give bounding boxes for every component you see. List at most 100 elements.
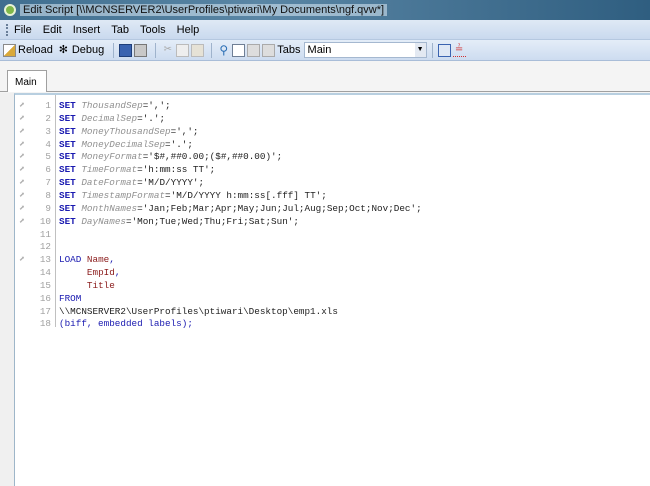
line-number: 16	[39, 292, 51, 304]
title-bar: Edit Script [\\MCNSERVER2\UserProfiles\p…	[0, 0, 650, 20]
line-code: LOAD Name,	[59, 253, 115, 266]
menu-bar: File Edit Insert Tab Tools Help	[0, 20, 650, 40]
token-var: MonthNames	[81, 202, 138, 214]
token-kw: SET	[59, 138, 76, 150]
script-line[interactable]: ⬈ 13 LOAD Name,	[15, 253, 645, 266]
script-line[interactable]: 11	[15, 228, 645, 241]
token-kw: SET	[59, 202, 76, 214]
token-str: ='.';	[137, 112, 166, 124]
token-path: \\MCNSERVER2\UserProfiles\ptiwari\Deskto…	[59, 305, 338, 317]
token-var: MoneyFormat	[81, 151, 143, 163]
line-number: 5	[45, 151, 51, 163]
line-code: Title	[59, 279, 115, 292]
token-kw: SET	[59, 177, 76, 189]
reload-label: Reload	[18, 44, 53, 56]
copy-icon[interactable]	[176, 43, 190, 57]
script-line[interactable]: 16 FROM	[15, 292, 645, 305]
save-icon[interactable]	[119, 43, 133, 57]
script-line[interactable]: ⬈ 6 SET TimeFormat='h:mm:ss TT';	[15, 163, 645, 176]
script-line[interactable]: 18 (biff, embedded labels);	[15, 317, 645, 330]
token-plain: FROM	[59, 292, 82, 304]
tabs-label: Tabs	[277, 44, 301, 56]
token-kw: SET	[59, 151, 76, 163]
demote-tab-icon[interactable]	[262, 43, 276, 57]
debug-label: Debug	[71, 44, 105, 56]
script-line[interactable]: ⬈ 7 SET DateFormat='M/D/YYYY';	[15, 176, 645, 189]
paste-icon[interactable]	[191, 43, 205, 57]
script-line[interactable]: 12	[15, 240, 645, 253]
token-plain: (biff, embedded labels);	[59, 318, 193, 330]
new-tab-icon[interactable]	[232, 43, 246, 57]
script-line[interactable]: ⬈ 2 SET DecimalSep='.';	[15, 112, 645, 125]
script-line[interactable]: ⬈ 10 SET DayNames='Mon;Tue;Wed;Thu;Fri;Sat…	[15, 215, 645, 228]
chevron-down-icon[interactable]: ▼	[414, 43, 426, 57]
token-var: TimestampFormat	[81, 189, 166, 201]
token-str: =',';	[170, 125, 199, 137]
line-number: 4	[45, 138, 51, 150]
table-viewer-icon[interactable]	[437, 43, 451, 57]
script-line[interactable]: ⬈ 4 SET MoneyDecimalSep='.';	[15, 138, 645, 151]
menu-insert[interactable]: Insert	[73, 24, 101, 36]
print-icon[interactable]	[134, 43, 148, 57]
reload-button[interactable]: Reload	[3, 43, 53, 57]
line-number: 9	[45, 202, 51, 214]
menu-file[interactable]: File	[14, 24, 32, 36]
script-line[interactable]: 15 Title	[15, 279, 645, 292]
menu-edit[interactable]: Edit	[43, 24, 62, 36]
token-var: ThousandSep	[81, 100, 143, 111]
line-number: 12	[39, 241, 51, 253]
syntax-check-icon[interactable]: ≟	[452, 44, 466, 57]
token-var: DateFormat	[81, 177, 138, 189]
token-var: DayNames	[81, 215, 126, 227]
token-fld: EmpId	[86, 267, 115, 279]
line-code: SET MoneyFormat='$#,##0.00;($#,##0.00)';	[59, 150, 282, 163]
script-line[interactable]: ⬈ 1 SET ThousandSep=',';	[15, 99, 645, 112]
promote-tab-icon[interactable]	[247, 43, 261, 57]
token-kw: SET	[59, 100, 76, 111]
menu-grip-handle[interactable]	[6, 23, 8, 36]
toolbar: Reload ✻ Debug ✂ ⚲ Tabs Main ▼ ≟	[0, 40, 650, 61]
token-kw: SET	[59, 164, 76, 176]
token-kw: SET	[59, 215, 76, 227]
script-line[interactable]: ⬈ 8 SET TimestampFormat='M/D/YYYY h:mm:ss[…	[15, 189, 645, 202]
tab-main[interactable]: Main	[7, 70, 47, 92]
script-line[interactable]: ⬈ 3 SET MoneyThousandSep=',';	[15, 125, 645, 138]
bug-icon: ✻	[58, 43, 68, 56]
toolbar-divider	[431, 42, 433, 58]
reload-icon	[3, 43, 16, 57]
line-code: \\MCNSERVER2\UserProfiles\ptiwari\Deskto…	[59, 305, 338, 318]
cut-icon[interactable]: ✂	[161, 44, 174, 57]
token-str: ='$#,##0.00;($#,##0.00)';	[142, 151, 283, 163]
token-str: ='Mon;Tue;Wed;Thu;Fri;Sat;Sun';	[125, 215, 299, 227]
tabs-dropdown[interactable]: Main ▼	[303, 42, 427, 58]
line-code: SET MonthNames='Jan;Feb;Mar;Apr;May;Jun;…	[59, 202, 422, 215]
menu-help[interactable]: Help	[177, 24, 200, 36]
script-line[interactable]: ⬈ 9 SET MonthNames='Jan;Feb;Mar;Apr;May;Ju…	[15, 202, 645, 215]
menu-tab[interactable]: Tab	[111, 24, 129, 36]
script-line[interactable]: 17 \\MCNSERVER2\UserProfiles\ptiwari\Desk…	[15, 305, 645, 318]
token-str: ='.';	[165, 138, 193, 150]
toolbar-divider	[211, 42, 213, 58]
token-str: ='M/D/YYYY h:mm:ss[.fff] TT';	[165, 189, 327, 201]
line-code: (biff, embedded labels);	[59, 317, 193, 330]
token-var: DecimalSep	[81, 112, 138, 124]
token-kw: SET	[59, 125, 76, 137]
line-number: 2	[45, 112, 51, 124]
line-code: SET ThousandSep=',';	[59, 99, 171, 112]
line-number: 18	[39, 318, 51, 330]
script-editor[interactable]: ⬈ 1 SET ThousandSep=','; ⬈ 2 SET DecimalSep='…	[14, 93, 650, 486]
script-line[interactable]: ⬈ 5 SET MoneyFormat='$#,##0.00;($#,##0.00)…	[15, 150, 645, 163]
debug-button[interactable]: ✻ Debug	[57, 43, 105, 57]
token-str: ='M/D/YYYY';	[137, 177, 205, 189]
menu-tools[interactable]: Tools	[140, 24, 166, 36]
token-var: TimeFormat	[81, 164, 138, 176]
line-code: SET TimeFormat='h:mm:ss TT';	[59, 163, 215, 176]
toolbar-divider	[155, 42, 157, 58]
line-number: 3	[45, 125, 51, 137]
script-line[interactable]: 14 EmpId,	[15, 266, 645, 279]
token-fld: Title	[86, 279, 115, 291]
token-fld: Name	[86, 254, 110, 266]
find-icon[interactable]: ⚲	[217, 43, 230, 57]
